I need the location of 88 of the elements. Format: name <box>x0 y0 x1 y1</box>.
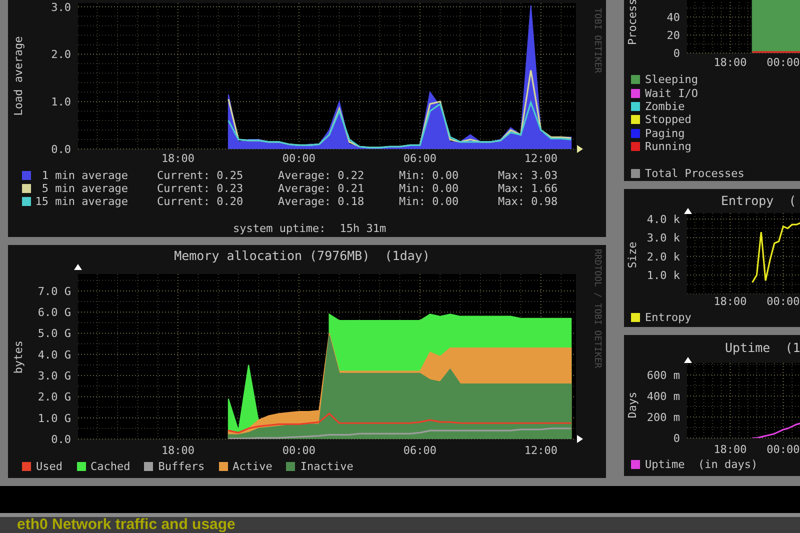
axis-tick-label: 4.0 k <box>646 212 680 226</box>
axis-tick-label: 00:00 <box>766 443 800 456</box>
axis-arrow-icon <box>577 145 583 153</box>
legend-label: 5 min average <box>42 182 128 195</box>
axis-title: bytes <box>12 340 25 374</box>
axis-tick-label: 18:00 <box>714 56 747 68</box>
legend-value: Min: 0.00 <box>399 195 460 208</box>
chart-line <box>752 422 800 438</box>
axis-tick-label: 2.0 G <box>38 390 71 404</box>
legend-value: Average: 0.22 <box>278 169 366 182</box>
axis-tick-label: 18:00 <box>161 444 195 457</box>
legend-label: Zombie <box>645 100 685 113</box>
axis-tick-label: 00:00 <box>282 152 316 165</box>
axis-arrow-icon <box>684 208 692 214</box>
section-title: eth0 Network traffic and usage <box>17 517 236 533</box>
axis-tick-label: 0.0 <box>51 143 71 156</box>
legend-label: Active <box>232 460 272 473</box>
axis-title: Size <box>626 242 639 268</box>
axis-title: Days <box>626 392 639 418</box>
chart-line <box>752 222 800 283</box>
legend-label: Used <box>36 460 62 473</box>
legend-value: Max: 0.98 <box>498 195 559 208</box>
chart-line <box>752 51 800 53</box>
axis-tick-label: 18:00 <box>161 152 195 165</box>
axis-tick-label: 600 m <box>646 368 680 382</box>
legend-label: Total Processes <box>645 166 744 180</box>
axis-tick-label: 00:00 <box>766 56 800 68</box>
axis-tick-label: 2.0 <box>51 48 71 62</box>
uptime-label: system uptime: <box>233 222 326 235</box>
axis-tick-label: 200 m <box>646 411 680 424</box>
axis-title: Load average <box>12 36 25 116</box>
legend-label: Sleeping <box>645 73 698 86</box>
credit-text: TOBI OETIKER <box>592 8 602 74</box>
axis-tick-label: 1.0 <box>51 96 71 109</box>
chart-area <box>752 0 800 53</box>
axis-tick-label: 06:00 <box>403 444 436 457</box>
uptime-value: 15h 31m <box>340 222 386 235</box>
axis-tick-label: 3.0 <box>51 0 71 14</box>
axis-tick-label: 0 <box>673 432 680 445</box>
axis-tick-label: 3.0 k <box>646 232 680 245</box>
axis-tick-label: 00:00 <box>766 295 800 308</box>
chart-title: Memory allocation (7976MB) (1day) <box>174 248 430 263</box>
axis-tick-label: 6.0 G <box>38 306 71 320</box>
axis-tick-label: 18:00 <box>714 443 747 456</box>
axis-tick-label: 1.0 G <box>38 412 71 425</box>
axis-title: Process <box>626 0 639 45</box>
legend-label: Wait I/O <box>645 86 698 100</box>
legend-label: Uptime (in days) <box>645 458 758 472</box>
axis-tick-label: 0.0 <box>51 433 71 446</box>
legend-value: Max: 1.66 <box>498 182 559 195</box>
axis-tick-label: 3.0 G <box>38 370 71 383</box>
legend-value: Min: 0.00 <box>399 169 460 182</box>
legend-label: Buffers <box>158 460 205 473</box>
axis-tick-label: 1.0 k <box>646 269 680 282</box>
legend-label: Paging <box>645 126 685 140</box>
legend-value: Min: 0.00 <box>399 182 460 195</box>
legend-label: Inactive <box>300 460 354 473</box>
axis-tick-label: 12:00 <box>524 444 558 457</box>
axis-tick-label: 2.0 k <box>646 250 680 264</box>
axis-tick-label: 0 <box>673 47 680 60</box>
axis-tick-label: 4.0 G <box>38 348 71 362</box>
legend-value: Current: 0.20 <box>156 195 244 208</box>
axis-arrow-icon <box>74 264 82 270</box>
credit-text: RRDTOOL / TOBI OETIKER <box>592 249 602 368</box>
legend-value: Max: 3.03 <box>498 169 559 182</box>
legend-label: Entropy <box>645 311 692 324</box>
axis-tick-label: 5.0 G <box>38 327 71 340</box>
axis-tick-label: 7.0 G <box>38 284 71 298</box>
legend-label: Stopped <box>645 113 692 126</box>
axis-tick-label: 00:00 <box>282 444 316 457</box>
axis-tick-label: 12:00 <box>524 152 558 165</box>
axis-arrow-icon <box>577 435 583 443</box>
axis-tick-label: 06:00 <box>403 152 436 165</box>
chart-title: Entropy ( <box>721 193 796 208</box>
axis-tick-label: 400 m <box>646 390 680 403</box>
legend-value: Current: 0.25 <box>156 169 244 182</box>
legend-label: Cached <box>90 460 130 473</box>
legend-label: 1 min average <box>42 169 128 182</box>
legend-value: Current: 0.23 <box>156 182 244 195</box>
axis-tick-label: 18:00 <box>714 295 747 308</box>
chart-title: Uptime (1 <box>725 340 800 355</box>
axis-tick-label: 40 <box>666 11 680 24</box>
axis-arrow-icon <box>684 357 692 363</box>
legend-label: Running <box>645 140 692 154</box>
axis-tick-label: 20 <box>666 29 680 42</box>
legend-label: 15 min average <box>35 195 128 208</box>
legend-value: Average: 0.21 <box>278 182 366 195</box>
legend-value: Average: 0.18 <box>278 195 366 208</box>
